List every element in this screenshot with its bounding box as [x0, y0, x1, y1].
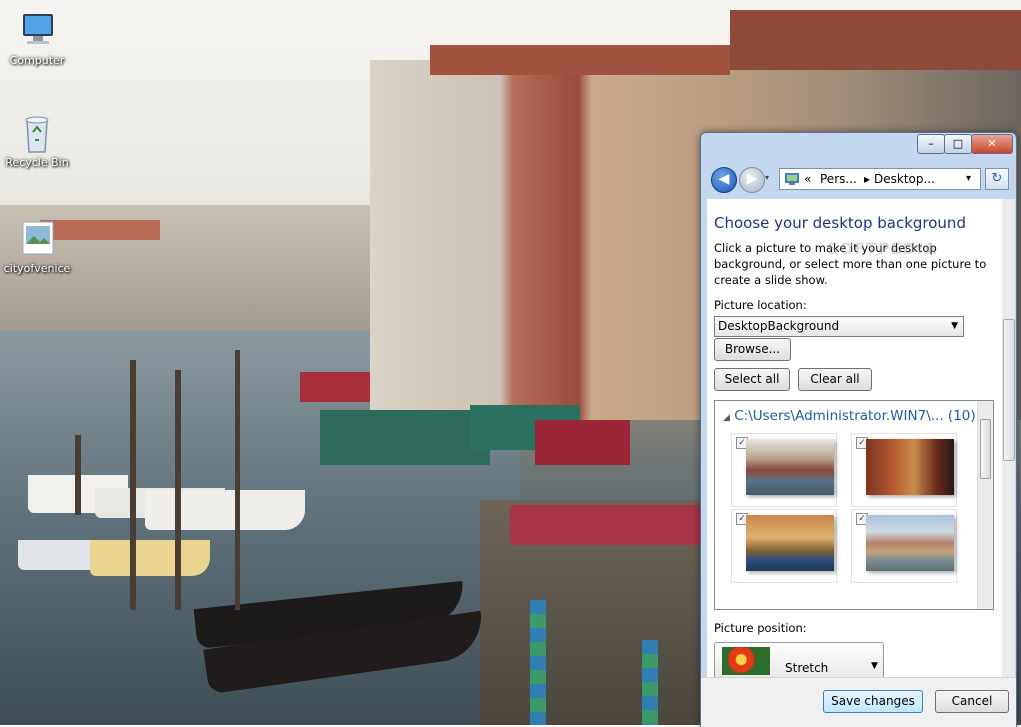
dialog-button-bar: Save changes Cancel — [701, 677, 1016, 727]
desktop-background-window: – □ ✕ ◀ ▶ ▾ « Pers... ▸ Desktop... ▾ ↻ C… — [700, 132, 1017, 727]
forward-button[interactable]: ▶ — [739, 167, 765, 193]
address-bar[interactable]: « Pers... ▸ Desktop... ▾ — [779, 168, 981, 190]
softpedia-watermark: SOFTPEDIA — [827, 239, 938, 258]
picture-position-label: Picture position: — [714, 621, 807, 635]
wallpaper-roof-top — [730, 10, 1021, 70]
wallpaper-green-awning — [320, 410, 490, 465]
select-all-button[interactable]: Select all — [714, 368, 790, 391]
desktop-icon-label: Computer — [9, 54, 65, 67]
picture-tile[interactable]: ✓ — [851, 509, 957, 583]
wallpaper-red-awning — [535, 420, 630, 465]
wallpaper-red-umbrella — [300, 372, 370, 402]
control-panel-icon — [784, 169, 800, 193]
desktop-icon-recycle-bin[interactable]: Recycle Bin — [0, 112, 74, 169]
recycle-bin-icon — [15, 112, 59, 153]
picture-location-label: Picture location: — [714, 298, 807, 312]
wallpaper-pole — [175, 370, 181, 610]
picture-tile[interactable]: ✓ — [731, 433, 837, 507]
picture-location-select[interactable]: DesktopBackground ▼ — [714, 316, 964, 337]
picture-position-select[interactable]: Stretch ▼ — [714, 642, 884, 677]
save-changes-button[interactable]: Save changes — [823, 690, 923, 713]
cancel-button[interactable]: Cancel — [935, 690, 1009, 713]
refresh-button[interactable]: ↻ — [985, 168, 1009, 190]
breadcrumb-desktop-background[interactable]: Desktop... — [874, 169, 935, 189]
content-pane: Choose your desktop background Click a p… — [707, 199, 1002, 677]
computer-icon — [15, 10, 59, 50]
wallpaper-red-umbrellas — [510, 505, 710, 545]
close-button[interactable]: ✕ — [971, 134, 1013, 154]
gallery-path: C:\Users\Administrator.WIN7\... — [734, 408, 944, 424]
picture-location-value: DesktopBackground — [718, 319, 840, 333]
desktop-icon-computer[interactable]: Computer — [0, 10, 74, 67]
content-scrollbar[interactable] — [1002, 199, 1015, 677]
chevron-down-icon: ▼ — [871, 661, 878, 671]
picture-gallery[interactable]: ◢ C:\Users\Administrator.WIN7\... (10) ✓… — [714, 400, 994, 610]
recent-pages-dropdown[interactable]: ▾ — [765, 173, 769, 182]
venice-waterfront-icon — [866, 515, 954, 571]
desktop-icon-label: Recycle Bin — [5, 156, 69, 169]
chevron-down-icon: ▼ — [951, 321, 958, 331]
wallpaper-striped-pole — [642, 640, 658, 725]
desktop-icon-cityofvenice[interactable]: cityofvenice — [0, 218, 74, 275]
desktop-icon-label: cityofvenice — [3, 262, 71, 275]
wallpaper-pole — [130, 360, 136, 610]
back-button[interactable]: ◀ — [711, 167, 737, 193]
wallpaper-striped-pole — [530, 600, 546, 725]
clear-all-button[interactable]: Clear all — [798, 368, 872, 391]
picture-tile[interactable]: ✓ — [731, 509, 837, 583]
content-scroll-thumb[interactable] — [1003, 319, 1015, 461]
collapse-icon[interactable]: ◢ — [723, 413, 730, 423]
gallery-count: (10) — [947, 408, 976, 424]
breadcrumb-separator[interactable]: ▸ — [864, 169, 870, 189]
address-overflow[interactable]: « — [804, 169, 811, 189]
address-dropdown-arrow[interactable]: ▾ — [966, 169, 971, 189]
wallpaper-boat — [90, 540, 210, 576]
page-title: Choose your desktop background — [714, 214, 966, 232]
venice-canal-green-icon — [866, 439, 954, 495]
gallery-scroll-thumb[interactable] — [980, 419, 991, 479]
venice-canal-icon — [746, 439, 834, 495]
navigation-bar: ◀ ▶ ▾ « Pers... ▸ Desktop... ▾ ↻ — [701, 159, 1016, 199]
wallpaper-pole — [75, 435, 81, 515]
window-titlebar[interactable]: – □ ✕ — [701, 133, 1016, 159]
gallery-scrollbar[interactable] — [977, 401, 993, 609]
picture-position-value: Stretch — [785, 661, 829, 675]
browse-button[interactable]: Browse... — [714, 338, 791, 361]
wallpaper-roof-right — [430, 45, 730, 75]
venice-gondola-icon — [746, 515, 834, 571]
minimize-button[interactable]: – — [917, 134, 945, 154]
image-file-icon — [15, 218, 59, 258]
wallpaper-boat — [145, 490, 305, 530]
breadcrumb-personalization[interactable]: Pers... — [820, 169, 857, 189]
flower-preview-icon — [722, 647, 770, 675]
picture-tile[interactable]: ✓ — [851, 433, 957, 507]
maximize-button[interactable]: □ — [944, 134, 972, 154]
gallery-group-header[interactable]: ◢ C:\Users\Administrator.WIN7\... (10) — [723, 408, 976, 424]
wallpaper-pole — [235, 350, 240, 610]
